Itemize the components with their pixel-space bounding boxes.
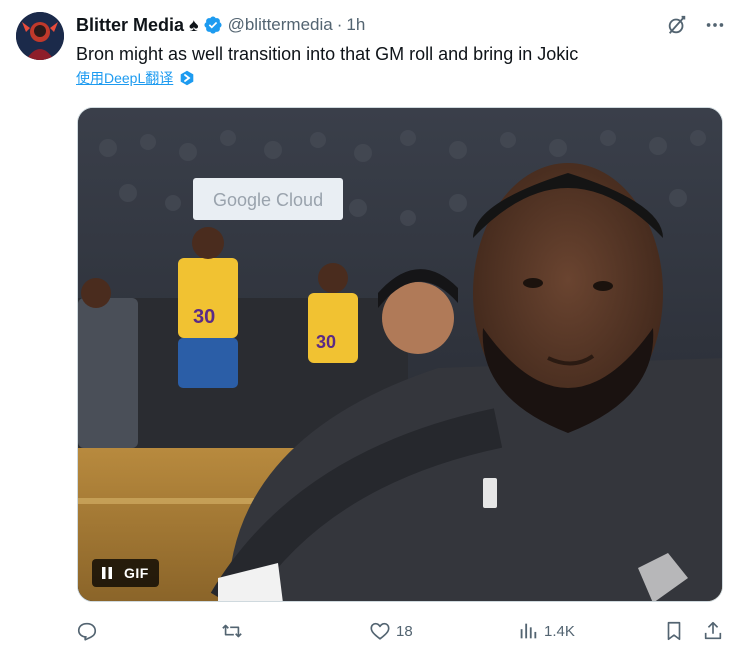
tweet[interactable]: Blitter Media ♠ @blittermedia · 1h Bron …: [0, 0, 740, 654]
verified-badge-icon[interactable]: [203, 15, 223, 35]
gif-label: GIF: [124, 565, 149, 581]
like-icon: [370, 622, 390, 640]
author-display-name[interactable]: Blitter Media: [76, 15, 184, 36]
pause-icon[interactable]: [100, 566, 114, 580]
retweet-button[interactable]: [221, 618, 248, 644]
like-count: 18: [396, 622, 413, 640]
more-icon[interactable]: [704, 14, 726, 36]
reply-button[interactable]: [76, 618, 103, 644]
share-button[interactable]: [702, 618, 724, 644]
tweet-text: Bron might as well transition into that …: [76, 44, 579, 64]
spade-badge-icon: ♠: [189, 14, 199, 35]
avatar-image: [16, 12, 64, 60]
grok-icon[interactable]: [666, 14, 688, 36]
tweet-action-bar: 18 1.4K: [76, 618, 726, 644]
like-button[interactable]: 18: [369, 618, 413, 644]
views-icon: [520, 623, 537, 639]
retweet-icon: [222, 624, 242, 638]
tweet-header: Blitter Media ♠ @blittermedia · 1h: [76, 14, 365, 36]
views-button[interactable]: 1.4K: [517, 618, 575, 644]
share-icon: [704, 621, 722, 640]
svg-text:Google Cloud: Google Cloud: [213, 190, 323, 210]
gif-frame-image: Google Cloud 30 30: [78, 108, 722, 601]
translate-label[interactable]: 使用DeepL翻译: [76, 68, 173, 88]
gif-badge[interactable]: GIF: [92, 559, 159, 587]
deepl-icon: [180, 70, 194, 86]
avatar[interactable]: [16, 12, 64, 60]
svg-text:30: 30: [316, 332, 336, 352]
svg-text:30: 30: [193, 306, 215, 328]
gif-media[interactable]: Google Cloud 30 30 GIF: [77, 107, 723, 602]
bookmark-button[interactable]: [663, 618, 685, 644]
tweet-timestamp[interactable]: 1h: [346, 15, 365, 35]
tweet-top-actions: [666, 14, 726, 36]
views-count: 1.4K: [544, 622, 575, 640]
separator-dot: ·: [336, 15, 343, 34]
translate-link[interactable]: 使用DeepL翻译: [76, 68, 195, 88]
author-handle[interactable]: @blittermedia: [228, 15, 333, 35]
bookmark-icon: [667, 621, 681, 641]
reply-icon: [77, 622, 97, 641]
